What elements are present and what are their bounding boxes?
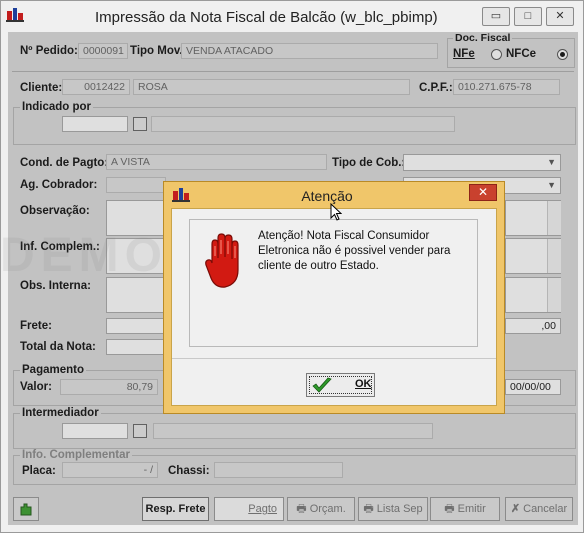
- dialog-divider: [172, 358, 496, 359]
- minimize-button[interactable]: ▭: [482, 7, 510, 26]
- ok-label: OK: [355, 378, 372, 390]
- close-button[interactable]: ✕: [546, 7, 574, 26]
- dialog-title: Atenção: [301, 188, 353, 204]
- ok-button[interactable]: OK: [306, 373, 375, 397]
- checkmark-icon: [312, 377, 332, 393]
- maximize-button[interactable]: □: [514, 7, 542, 26]
- app-icon: [6, 8, 24, 22]
- dialog-message: Atenção! Nota Fiscal Consumidor Eletroni…: [258, 230, 451, 272]
- window-title: Impressão da Nota Fiscal de Balcão (w_bl…: [95, 9, 438, 26]
- dialog-close-button[interactable]: ✕: [469, 184, 497, 201]
- stop-hand-icon: [205, 233, 239, 288]
- mouse-cursor-icon: [330, 203, 342, 221]
